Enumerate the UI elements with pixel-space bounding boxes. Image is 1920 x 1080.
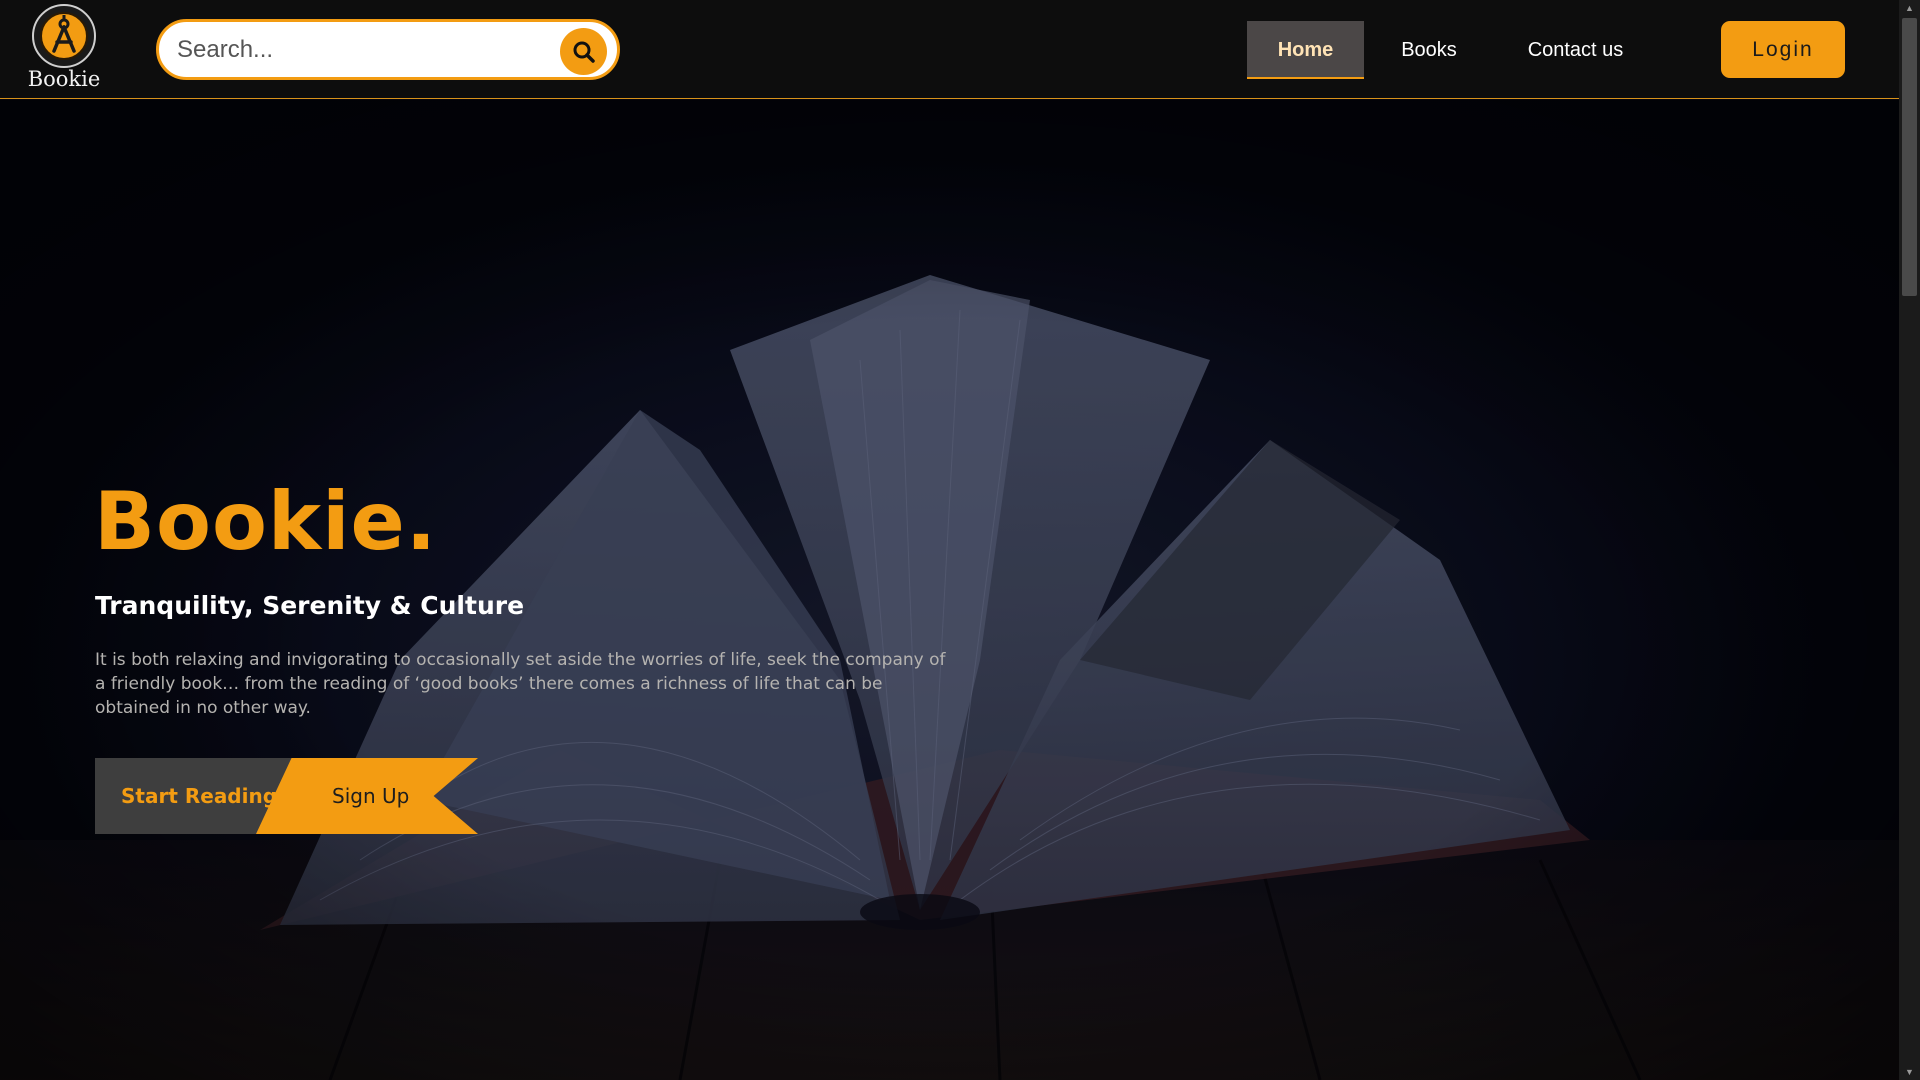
navbar: Bookie Home Books Contact us Login xyxy=(0,0,1899,99)
login-button[interactable]: Login xyxy=(1721,21,1845,78)
scroll-down-arrow-icon[interactable]: ▼ xyxy=(1899,1064,1920,1080)
hero-section: Bookie. Tranquility, Serenity & Culture … xyxy=(0,100,1899,1080)
scroll-up-arrow-icon[interactable]: ▲ xyxy=(1899,0,1920,16)
search-icon xyxy=(573,41,595,63)
search-input[interactable] xyxy=(177,32,537,68)
compass-icon xyxy=(32,4,96,68)
brand-name: Bookie xyxy=(27,67,101,91)
hero-subtitle: Tranquility, Serenity & Culture xyxy=(95,591,525,620)
page-scrollbar[interactable]: ▲ ▼ xyxy=(1899,0,1920,1080)
nav-contact-us[interactable]: Contact us xyxy=(1508,21,1643,79)
hero-description: It is both relaxing and invigorating to … xyxy=(95,650,946,718)
search-bar xyxy=(156,19,620,80)
hero-title: Bookie. xyxy=(94,475,438,568)
nav-books[interactable]: Books xyxy=(1384,21,1474,79)
search-button[interactable] xyxy=(560,28,607,75)
nav-home[interactable]: Home xyxy=(1247,21,1364,79)
open-book-photo xyxy=(0,100,1899,1080)
scroll-thumb[interactable] xyxy=(1902,18,1917,296)
brand-logo[interactable]: Bookie xyxy=(24,4,104,94)
